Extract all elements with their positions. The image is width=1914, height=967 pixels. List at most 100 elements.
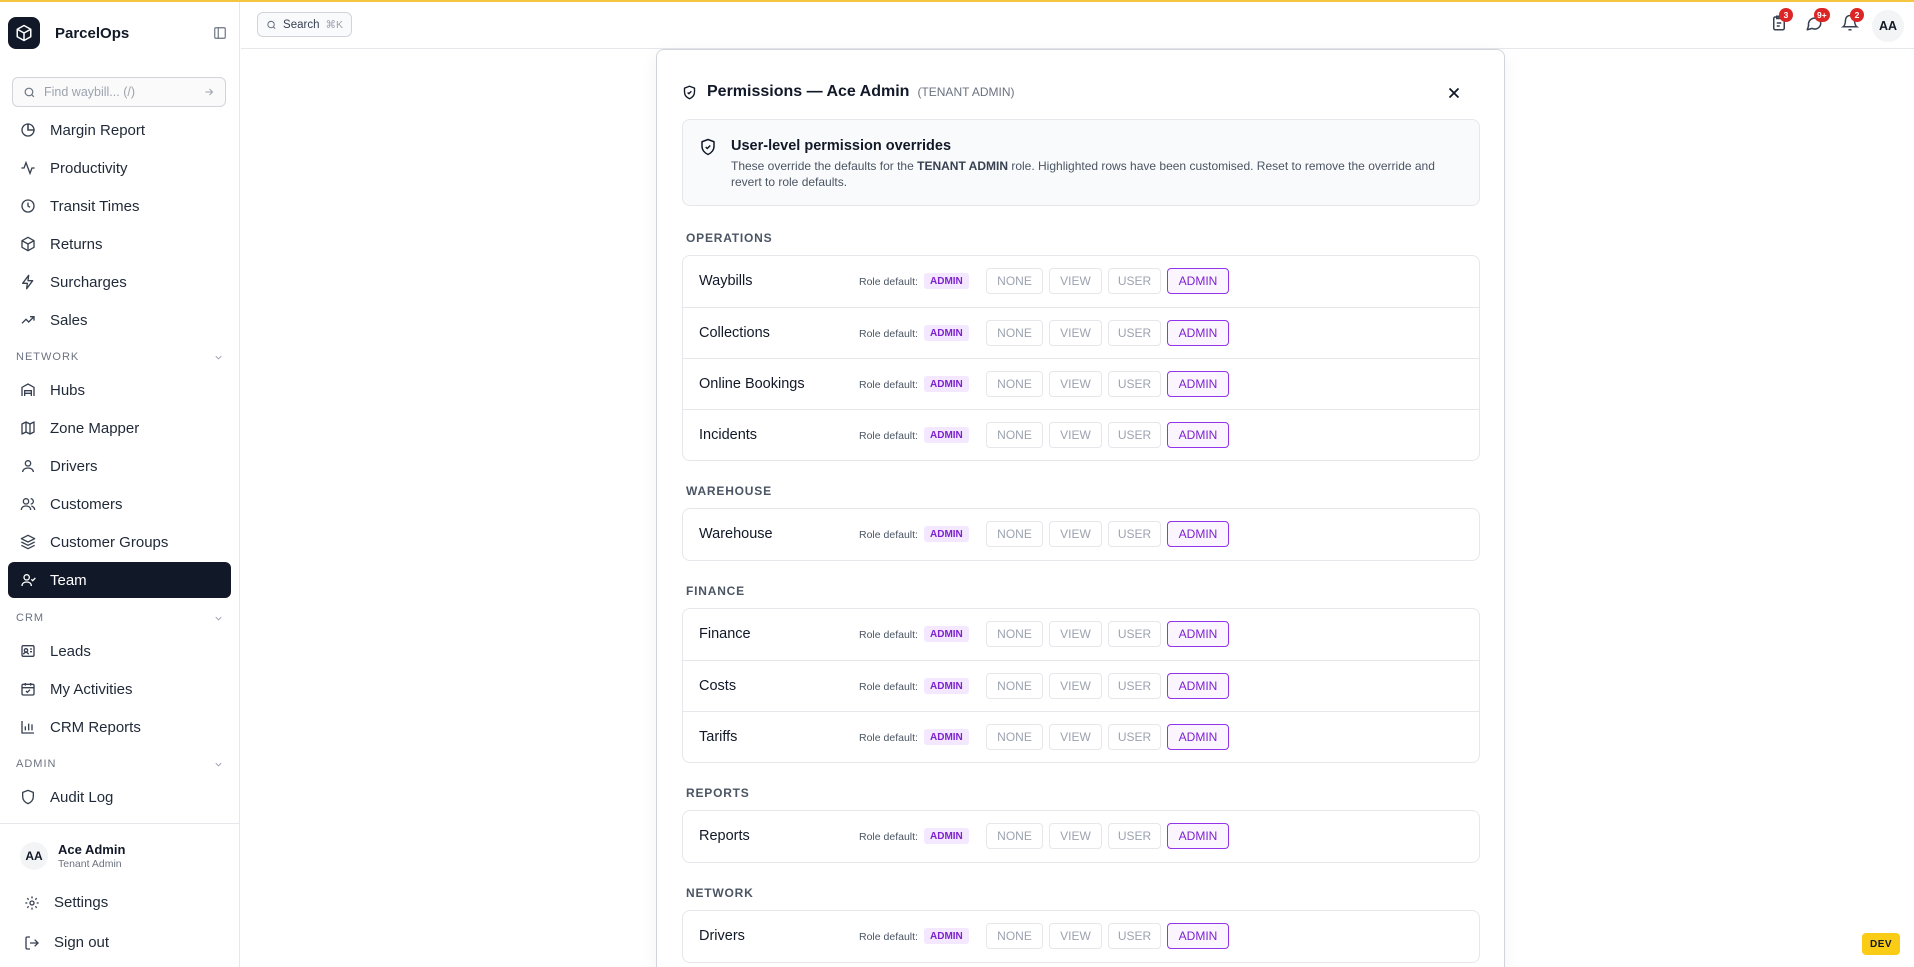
level-button-none[interactable]: NONE bbox=[986, 724, 1043, 750]
level-button-view[interactable]: VIEW bbox=[1049, 422, 1102, 448]
user-name: Ace Admin bbox=[58, 842, 126, 857]
level-button-admin[interactable]: ADMIN bbox=[1167, 673, 1229, 699]
level-button-none[interactable]: NONE bbox=[986, 371, 1043, 397]
level-button-user[interactable]: USER bbox=[1108, 422, 1161, 448]
level-button-admin[interactable]: ADMIN bbox=[1167, 371, 1229, 397]
level-button-none[interactable]: NONE bbox=[986, 673, 1043, 699]
sidebar-item-team[interactable]: Team bbox=[8, 562, 231, 598]
gear-icon bbox=[25, 895, 39, 910]
level-button-user[interactable]: USER bbox=[1108, 673, 1161, 699]
level-button-none[interactable]: NONE bbox=[986, 320, 1043, 346]
level-button-admin[interactable]: ADMIN bbox=[1167, 621, 1229, 647]
level-button-view[interactable]: VIEW bbox=[1049, 320, 1102, 346]
sidebar-item-audit-log[interactable]: Audit Log bbox=[8, 779, 231, 815]
info-body-text: These override the defaults for the bbox=[731, 159, 918, 173]
sidebar-toggle-icon[interactable] bbox=[213, 26, 227, 40]
role-default-badge: ADMIN bbox=[924, 427, 969, 443]
section-header-crm[interactable]: CRM bbox=[16, 612, 224, 624]
level-button-user[interactable]: USER bbox=[1108, 521, 1161, 547]
level-button-admin[interactable]: ADMIN bbox=[1167, 320, 1229, 346]
permission-row: Drivers Role default: ADMIN NONE VIEW USER ADM… bbox=[683, 911, 1479, 962]
global-search-button[interactable]: Search ⌘K bbox=[257, 12, 352, 37]
sidebar-item-productivity[interactable]: Productivity bbox=[8, 150, 231, 186]
permission-group: Warehouse Role default: ADMIN NONE VIEW USER A… bbox=[682, 508, 1480, 561]
info-body: These override the defaults for the TENA… bbox=[731, 158, 1466, 190]
level-button-user[interactable]: USER bbox=[1108, 724, 1161, 750]
level-button-admin[interactable]: ADMIN bbox=[1167, 923, 1229, 949]
level-button-none[interactable]: NONE bbox=[986, 621, 1043, 647]
level-button-user[interactable]: USER bbox=[1108, 371, 1161, 397]
level-button-view[interactable]: VIEW bbox=[1049, 521, 1102, 547]
level-button-view[interactable]: VIEW bbox=[1049, 621, 1102, 647]
sidebar-item-customers[interactable]: Customers bbox=[8, 486, 231, 522]
level-button-admin[interactable]: ADMIN bbox=[1167, 823, 1229, 849]
user-avatar-button[interactable]: AA bbox=[1872, 10, 1904, 42]
level-button-user[interactable]: USER bbox=[1108, 320, 1161, 346]
level-button-view[interactable]: VIEW bbox=[1049, 724, 1102, 750]
level-button-user[interactable]: USER bbox=[1108, 823, 1161, 849]
sidebar-item-crm-reports[interactable]: CRM Reports bbox=[8, 709, 231, 745]
level-button-user[interactable]: USER bbox=[1108, 923, 1161, 949]
level-button-user[interactable]: USER bbox=[1108, 621, 1161, 647]
role-default-badge: ADMIN bbox=[924, 526, 969, 542]
sidebar-item-zone-mapper[interactable]: Zone Mapper bbox=[8, 410, 231, 446]
level-button-none[interactable]: NONE bbox=[986, 823, 1043, 849]
activity-icon bbox=[21, 160, 35, 176]
level-button-admin[interactable]: ADMIN bbox=[1167, 521, 1229, 547]
sidebar-item-drivers[interactable]: Drivers bbox=[8, 448, 231, 484]
level-button-admin[interactable]: ADMIN bbox=[1167, 268, 1229, 294]
notifications-button[interactable]: 2 bbox=[1840, 8, 1864, 34]
level-button-none[interactable]: NONE bbox=[986, 268, 1043, 294]
permission-row: Warehouse Role default: ADMIN NONE VIEW USER A… bbox=[683, 509, 1479, 560]
find-waybill-input[interactable]: Find waybill... (/) bbox=[12, 77, 226, 107]
level-button-none[interactable]: NONE bbox=[986, 923, 1043, 949]
level-button-admin[interactable]: ADMIN bbox=[1167, 422, 1229, 448]
sidebar-item-transit-times[interactable]: Transit Times bbox=[8, 188, 231, 224]
sidebar-item-label: CRM Reports bbox=[50, 718, 141, 736]
role-default-label: Role default: bbox=[859, 430, 918, 442]
modal-header: Permissions — Ace Admin (TENANT ADMIN) bbox=[682, 83, 1015, 101]
level-button-none[interactable]: NONE bbox=[986, 521, 1043, 547]
sidebar-item-hubs[interactable]: Hubs bbox=[8, 372, 231, 408]
section-header-admin[interactable]: ADMIN bbox=[16, 758, 224, 770]
level-button-view[interactable]: VIEW bbox=[1049, 673, 1102, 699]
sidebar-item-customer-groups[interactable]: Customer Groups bbox=[8, 524, 231, 560]
level-button-admin[interactable]: ADMIN bbox=[1167, 724, 1229, 750]
tasks-button[interactable]: 3 bbox=[1770, 8, 1793, 34]
section-title: ADMIN bbox=[16, 758, 57, 770]
level-button-view[interactable]: VIEW bbox=[1049, 371, 1102, 397]
sidebar-item-returns[interactable]: Returns bbox=[8, 226, 231, 262]
sidebar-item-leads[interactable]: Leads bbox=[8, 633, 231, 669]
avatar: AA bbox=[20, 842, 48, 870]
permission-row: Costs Role default: ADMIN NONE VIEW USER ADMIN bbox=[683, 660, 1479, 711]
sidebar-item-my-activities[interactable]: My Activities bbox=[8, 671, 231, 707]
package-return-icon bbox=[21, 236, 35, 252]
search-label: Search bbox=[283, 18, 320, 31]
sign-out-label: Sign out bbox=[54, 934, 110, 951]
bar-chart-icon bbox=[21, 721, 34, 734]
permission-name: Online Bookings bbox=[699, 376, 805, 392]
section-title: NETWORK bbox=[16, 351, 80, 363]
brand[interactable]: ParcelOps bbox=[8, 17, 231, 49]
sign-out-link[interactable]: Sign out bbox=[24, 934, 109, 951]
level-button-user[interactable]: USER bbox=[1108, 268, 1161, 294]
sidebar-item-margin-report[interactable]: Margin Report bbox=[8, 112, 231, 148]
sidebar-item-surcharges[interactable]: Surcharges bbox=[8, 264, 231, 300]
level-button-view[interactable]: VIEW bbox=[1049, 268, 1102, 294]
section-header-network[interactable]: NETWORK bbox=[16, 351, 224, 363]
settings-link[interactable]: Settings bbox=[24, 894, 108, 911]
permission-row: Online Bookings Role default: ADMIN NONE VIE… bbox=[683, 358, 1479, 409]
level-button-none[interactable]: NONE bbox=[986, 422, 1043, 448]
permissions-modal: Permissions — Ace Admin (TENANT ADMIN) U… bbox=[656, 49, 1505, 967]
sidebar-item-label: Audit Log bbox=[50, 788, 114, 806]
sidebar-item-label: Customer Groups bbox=[50, 533, 169, 551]
users-icon bbox=[20, 498, 36, 511]
messages-button[interactable]: 9+ bbox=[1805, 8, 1830, 34]
level-button-view[interactable]: VIEW bbox=[1049, 923, 1102, 949]
sidebar-item-sales[interactable]: Sales bbox=[8, 302, 231, 338]
level-button-view[interactable]: VIEW bbox=[1049, 823, 1102, 849]
close-icon[interactable] bbox=[1445, 84, 1463, 102]
tasks-badge: 3 bbox=[1779, 8, 1793, 22]
role-default-label: Role default: bbox=[859, 379, 918, 391]
current-user[interactable]: AA Ace Admin Tenant Admin bbox=[20, 842, 125, 870]
